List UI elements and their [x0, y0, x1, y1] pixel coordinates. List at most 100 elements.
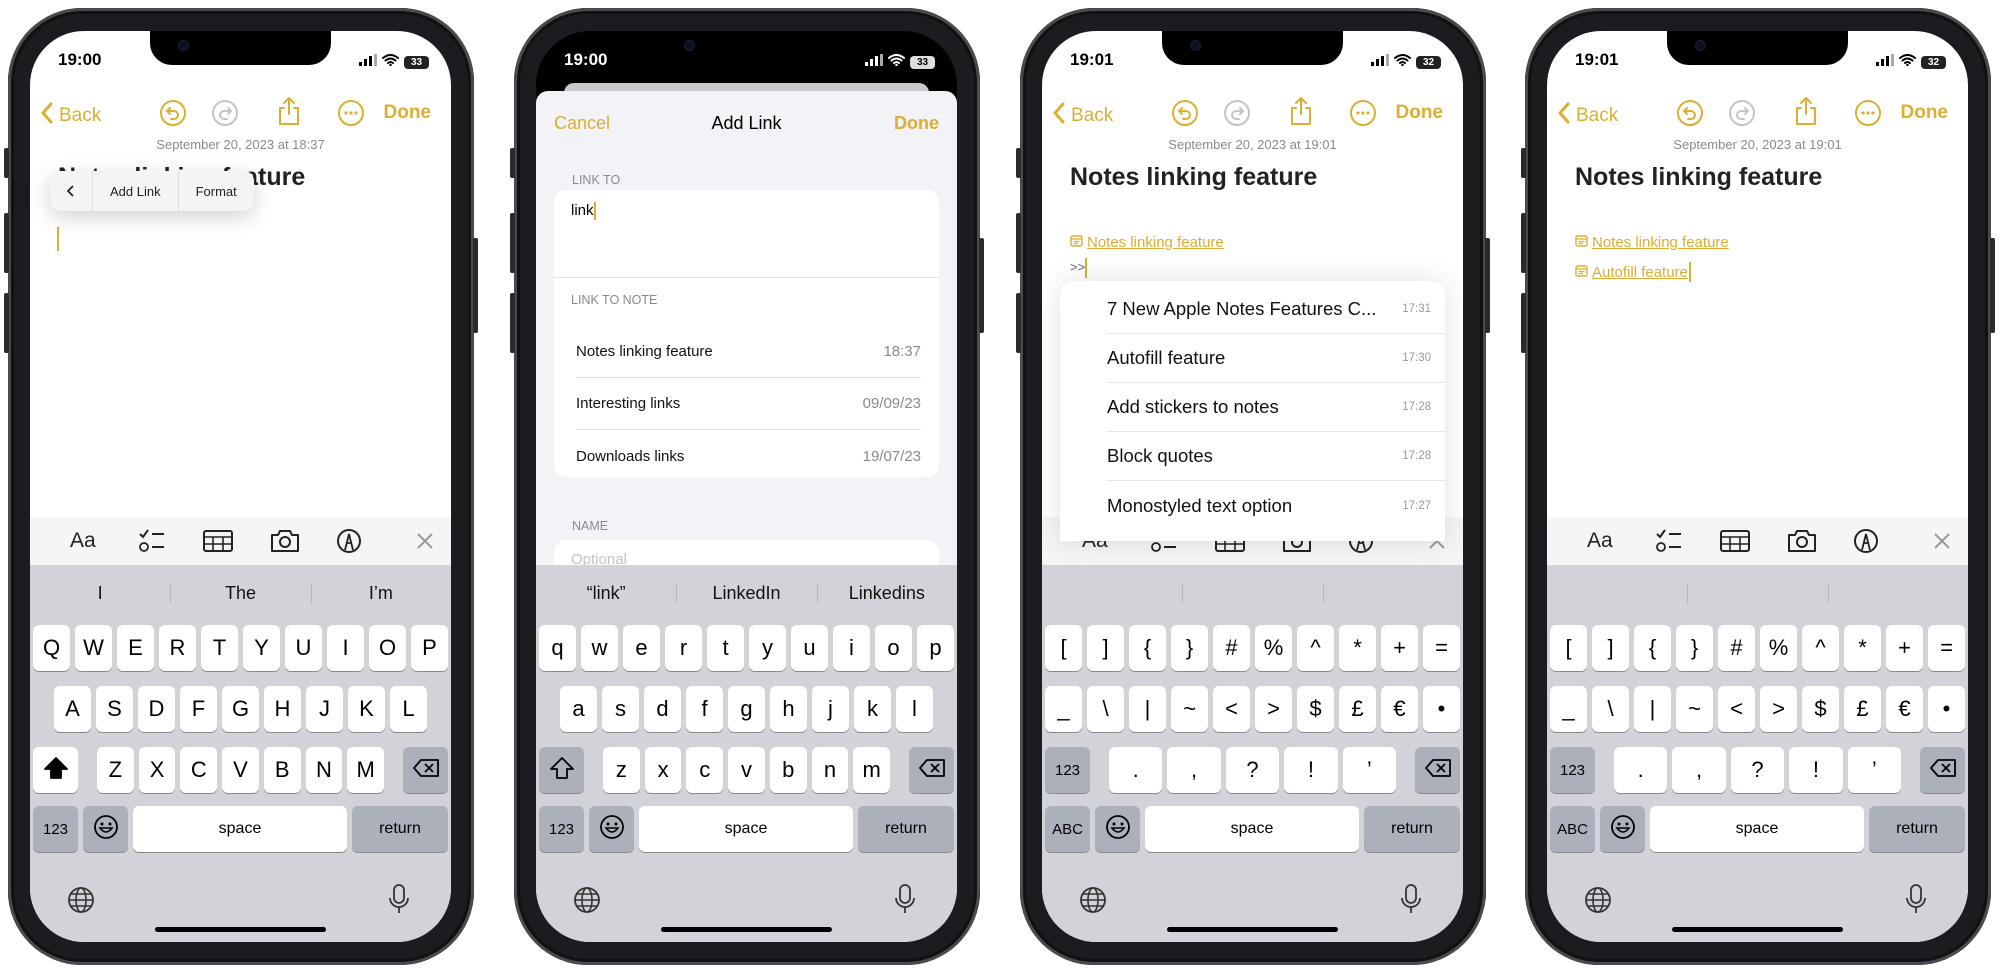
key-1[interactable]: \	[1592, 686, 1629, 732]
space-key[interactable]: space	[1145, 806, 1359, 852]
home-indicator[interactable]	[1167, 927, 1338, 932]
suggestion[interactable]: Linkedins	[816, 575, 957, 611]
note-suggestion[interactable]: Monostyled text option 17:27	[1107, 481, 1445, 530]
key-1[interactable]: s	[602, 686, 639, 732]
table-icon[interactable]	[1720, 527, 1750, 555]
undo-icon[interactable]	[1171, 99, 1199, 133]
more-icon[interactable]	[1349, 99, 1377, 133]
key-4[interactable]: #	[1213, 625, 1250, 671]
microphone-icon[interactable]	[1904, 883, 1928, 920]
key-2[interactable]: |	[1129, 686, 1166, 732]
back-button[interactable]: Back	[40, 102, 101, 130]
camera-icon[interactable]	[1787, 527, 1817, 555]
markup-icon[interactable]	[1853, 527, 1879, 555]
key-2[interactable]: {	[1634, 625, 1671, 671]
key-4[interactable]: v	[728, 747, 765, 793]
globe-icon[interactable]	[1078, 885, 1108, 920]
key-5[interactable]: >	[1760, 686, 1797, 732]
key-5[interactable]: %	[1255, 625, 1292, 671]
share-icon[interactable]	[1288, 96, 1314, 132]
key-0[interactable]: [	[1550, 625, 1587, 671]
note-suggestion[interactable]: 7 New Apple Notes Features C... 17:31	[1107, 285, 1445, 334]
shift-key[interactable]	[539, 747, 584, 793]
return-key[interactable]: return	[858, 806, 954, 852]
home-indicator[interactable]	[661, 927, 832, 932]
home-indicator[interactable]	[155, 927, 326, 932]
key-7[interactable]: k	[854, 686, 891, 732]
key-5[interactable]: b	[769, 747, 807, 793]
key-2[interactable]: x	[644, 747, 682, 793]
key-0[interactable]: _	[1045, 686, 1082, 732]
note-link[interactable]: Autofill feature	[1575, 262, 1691, 282]
suggestion[interactable]: I	[30, 575, 170, 611]
key-1[interactable]: Z	[97, 747, 134, 793]
share-icon[interactable]	[276, 96, 302, 132]
microphone-icon[interactable]	[387, 883, 411, 920]
key-5[interactable]: y	[749, 625, 786, 671]
key-3[interactable]: F	[180, 686, 217, 732]
key-3[interactable]: f	[686, 686, 723, 732]
suggestion[interactable]: The	[170, 575, 310, 611]
key-3[interactable]: C	[180, 747, 218, 793]
back-button[interactable]: Back	[1557, 102, 1618, 130]
note-title[interactable]: Notes linking feature	[1575, 163, 1822, 192]
suggestion[interactable]	[1687, 575, 1827, 611]
suggestion[interactable]	[1547, 575, 1687, 611]
key-7[interactable]: *	[1844, 625, 1881, 671]
camera-icon[interactable]	[270, 527, 300, 555]
key-0[interactable]: _	[1550, 686, 1587, 732]
key-7[interactable]: i	[833, 625, 870, 671]
close-icon[interactable]	[1932, 527, 1952, 555]
key-1[interactable]: .	[1109, 747, 1163, 793]
key-1[interactable]: w	[581, 625, 618, 671]
key-9[interactable]: p	[917, 625, 954, 671]
key-9[interactable]: •	[1423, 686, 1460, 732]
space-key[interactable]: space	[133, 806, 347, 852]
key-6[interactable]: ^	[1297, 625, 1334, 671]
undo-icon[interactable]	[159, 99, 187, 133]
key-5[interactable]: B	[263, 747, 301, 793]
emoji-key[interactable]	[589, 806, 634, 852]
key-6[interactable]: ^	[1802, 625, 1839, 671]
microphone-icon[interactable]	[893, 883, 917, 920]
key-4[interactable]: V	[222, 747, 259, 793]
mode-switch-key[interactable]: 123	[1045, 747, 1090, 793]
note-suggestion[interactable]: Block quotes 17:28	[1107, 432, 1445, 481]
key-8[interactable]: l	[896, 686, 933, 732]
key-1[interactable]: ]	[1592, 625, 1629, 671]
home-indicator[interactable]	[1672, 927, 1843, 932]
key-4[interactable]: !	[1284, 747, 1338, 793]
redo-icon[interactable]	[1223, 99, 1251, 133]
key-5[interactable]: %	[1760, 625, 1797, 671]
key-8[interactable]: €	[1886, 686, 1923, 732]
note-suggestion[interactable]: Autofill feature 17:30	[1107, 334, 1445, 383]
back-button[interactable]: Back	[1052, 102, 1113, 130]
format-text-button[interactable]: Aa	[1587, 527, 1613, 555]
key-4[interactable]: #	[1718, 625, 1755, 671]
key-0[interactable]: q	[539, 625, 576, 671]
key-7[interactable]: m	[853, 747, 891, 793]
share-icon[interactable]	[1793, 96, 1819, 132]
mode-switch-key[interactable]: ABC	[1550, 806, 1595, 852]
delete-key[interactable]	[909, 747, 955, 793]
key-5[interactable]: ’	[1342, 747, 1397, 793]
done-button[interactable]: Done	[1901, 102, 1949, 124]
more-icon[interactable]	[1854, 99, 1882, 133]
key-6[interactable]: j	[812, 686, 849, 732]
shift-key[interactable]	[33, 747, 78, 793]
suggestion[interactable]: I’m	[310, 575, 451, 611]
redo-icon[interactable]	[211, 99, 239, 133]
markup-icon[interactable]	[336, 527, 362, 555]
microphone-icon[interactable]	[1399, 883, 1423, 920]
mode-switch-key[interactable]: 123	[33, 806, 78, 852]
key-8[interactable]: +	[1381, 625, 1418, 671]
add-link-menu-item[interactable]: Add Link	[92, 171, 178, 211]
key-0[interactable]: [	[1045, 625, 1082, 671]
key-9[interactable]: •	[1928, 686, 1965, 732]
emoji-key[interactable]	[83, 806, 128, 852]
key-8[interactable]: L	[390, 686, 427, 732]
key-0[interactable]: A	[54, 686, 91, 732]
key-2[interactable]: {	[1129, 625, 1166, 671]
redo-icon[interactable]	[1728, 99, 1756, 133]
key-6[interactable]: u	[791, 625, 828, 671]
